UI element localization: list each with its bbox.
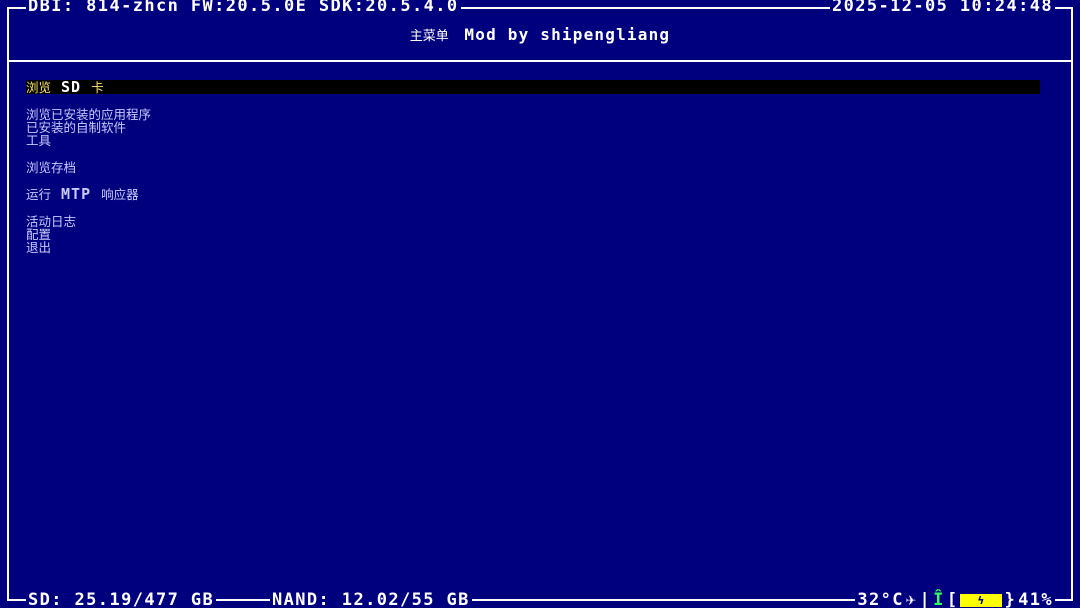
page-title: 主菜单 Mod by shipengliang bbox=[0, 24, 1080, 44]
menu-item-label: SD bbox=[61, 78, 82, 96]
main-menu: 浏览 SD 卡 浏览已安装的应用程序 已安装的自制软件 工具 浏览存档 运行 MTP 响… bbox=[26, 80, 1040, 254]
menu-item-browse-saves[interactable]: 浏览存档 bbox=[26, 161, 1040, 174]
battery-bracket-open: [ bbox=[946, 590, 959, 608]
temperature: 32°C bbox=[857, 590, 904, 608]
status-area: 32°C ✈ | Î [ ϟ } 41% bbox=[855, 592, 1055, 608]
menu-item-label: 浏览 bbox=[26, 80, 52, 95]
wifi-icon: Î bbox=[933, 590, 945, 608]
sd-storage: SD: 25.19/477 GB bbox=[26, 590, 217, 608]
header-divider bbox=[7, 60, 1073, 62]
menu-item-installed-apps[interactable]: 浏览已安装的应用程序 bbox=[26, 108, 1040, 121]
menu-item-homebrew[interactable]: 已安装的自制软件 bbox=[26, 121, 1040, 134]
menu-item-label: MTP bbox=[61, 185, 92, 203]
clock: 2025-12-05 10:24:48 bbox=[829, 0, 1055, 16]
menu-item-label: 运行 bbox=[26, 187, 52, 202]
airplane-icon: ✈ bbox=[905, 590, 918, 608]
battery-bracket-close: } bbox=[1004, 590, 1017, 608]
version-info: DBI: 814-zhcn FW:20.5.0E SDK:20.5.4.0 bbox=[26, 0, 461, 16]
separator-icon: | bbox=[919, 590, 932, 608]
battery-icon: ϟ bbox=[960, 594, 1003, 607]
title-mod-credit: Mod by shipengliang bbox=[464, 25, 671, 44]
battery-percent: 41% bbox=[1018, 590, 1053, 608]
menu-item-exit[interactable]: 退出 bbox=[26, 241, 1040, 254]
title-main-menu: 主菜单 bbox=[409, 29, 449, 44]
nand-storage: NAND: 12.02/55 GB bbox=[270, 590, 472, 608]
menu-item-tools[interactable]: 工具 bbox=[26, 134, 1040, 147]
menu-item-config[interactable]: 配置 bbox=[26, 228, 1040, 241]
menu-item-mtp-responder[interactable]: 运行 MTP 响应器 bbox=[26, 185, 1040, 203]
menu-item-label: 响应器 bbox=[101, 187, 139, 202]
menu-item-label: 卡 bbox=[91, 80, 104, 95]
menu-item-browse-sd[interactable]: 浏览 SD 卡 bbox=[26, 78, 1040, 96]
menu-item-activity-log[interactable]: 活动日志 bbox=[26, 215, 1040, 228]
